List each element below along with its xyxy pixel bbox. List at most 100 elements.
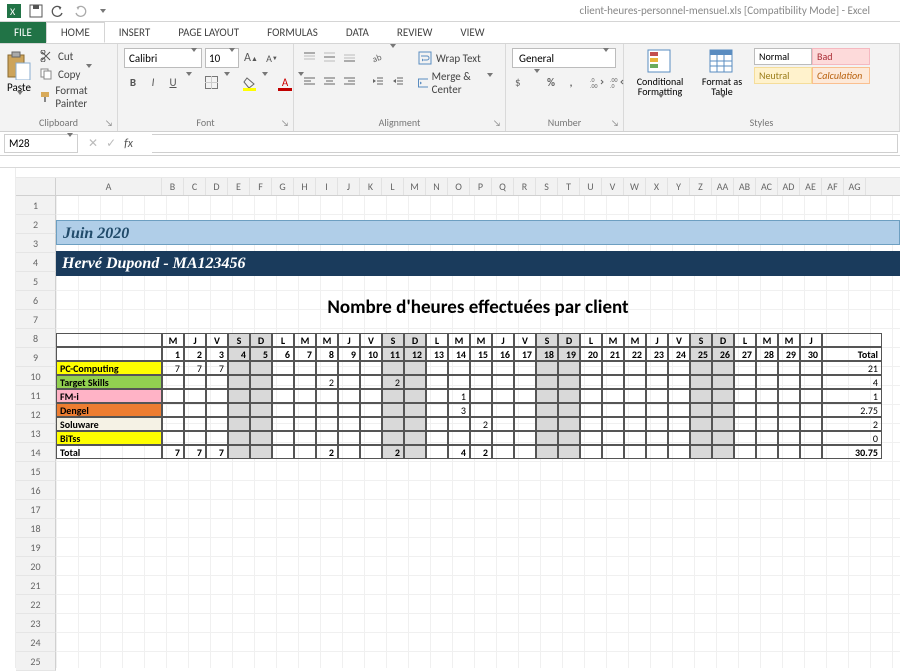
cell[interactable]	[734, 431, 756, 445]
cell[interactable]: J	[492, 333, 514, 347]
cell[interactable]: M	[756, 333, 778, 347]
cell[interactable]	[272, 431, 294, 445]
cell[interactable]	[162, 375, 184, 389]
column-header[interactable]: F	[250, 178, 272, 195]
cell[interactable]	[558, 417, 580, 431]
cell[interactable]	[360, 403, 382, 417]
cell[interactable]	[250, 417, 272, 431]
column-header[interactable]: M	[404, 178, 426, 195]
column-header[interactable]: AE	[800, 178, 822, 195]
cell[interactable]	[382, 431, 404, 445]
cell[interactable]	[338, 389, 360, 403]
cell[interactable]	[580, 445, 602, 459]
cell[interactable]	[580, 375, 602, 389]
column-header[interactable]: I	[316, 178, 338, 195]
row-header[interactable]: 2	[16, 215, 56, 234]
copy-button[interactable]: Copy	[38, 66, 111, 82]
cell[interactable]	[426, 403, 448, 417]
cell[interactable]	[690, 375, 712, 389]
cell[interactable]	[690, 417, 712, 431]
cell[interactable]	[316, 431, 338, 445]
cell[interactable]	[734, 445, 756, 459]
cancel-icon[interactable]: ✕	[88, 136, 98, 151]
cell[interactable]: Total	[822, 347, 882, 361]
cell[interactable]: 2	[184, 347, 206, 361]
align-left-button[interactable]	[300, 72, 318, 90]
cell[interactable]	[800, 361, 822, 375]
number-format-combo[interactable]: General	[512, 48, 616, 68]
cell[interactable]	[536, 389, 558, 403]
cell[interactable]	[294, 389, 316, 403]
cell[interactable]: BiTss	[56, 431, 162, 445]
cell[interactable]	[668, 361, 690, 375]
merge-dropdown-icon[interactable]	[485, 77, 493, 90]
column-header[interactable]: X	[646, 178, 668, 195]
font-color-button[interactable]: A	[276, 73, 294, 91]
cell[interactable]	[184, 417, 206, 431]
cell[interactable]	[228, 417, 250, 431]
cell[interactable]	[228, 445, 250, 459]
cell[interactable]	[448, 431, 470, 445]
cell[interactable]	[756, 445, 778, 459]
row-header[interactable]: 13	[16, 424, 56, 443]
cell[interactable]: 2	[382, 375, 404, 389]
cell[interactable]	[492, 445, 514, 459]
cell[interactable]	[426, 431, 448, 445]
column-header[interactable]: G	[272, 178, 294, 195]
cell[interactable]	[602, 375, 624, 389]
row-header[interactable]: 24	[16, 633, 56, 652]
cell[interactable]	[404, 445, 426, 459]
cell[interactable]	[228, 361, 250, 375]
cell[interactable]	[250, 431, 272, 445]
cell[interactable]	[536, 431, 558, 445]
cell[interactable]	[624, 445, 646, 459]
cell[interactable]	[360, 375, 382, 389]
cell[interactable]: L	[734, 333, 756, 347]
column-header[interactable]: O	[448, 178, 470, 195]
column-header[interactable]: U	[580, 178, 602, 195]
cell[interactable]	[690, 389, 712, 403]
cell[interactable]	[492, 403, 514, 417]
cell[interactable]	[338, 445, 360, 459]
cell[interactable]	[448, 361, 470, 375]
cell[interactable]	[712, 431, 734, 445]
cell[interactable]	[756, 389, 778, 403]
cell[interactable]	[646, 445, 668, 459]
cell[interactable]	[228, 431, 250, 445]
paste-button[interactable]: Paste	[6, 48, 32, 110]
cell[interactable]	[426, 361, 448, 375]
cell[interactable]: S	[382, 333, 404, 347]
align-bottom-button[interactable]	[340, 48, 358, 66]
font-size-combo[interactable]: 10	[205, 48, 239, 68]
cell[interactable]: 2	[316, 375, 338, 389]
cell[interactable]: M	[470, 333, 492, 347]
column-header[interactable]: R	[514, 178, 536, 195]
merge-center-button[interactable]: Merge & Center	[412, 73, 499, 93]
cell[interactable]: PC-Computing	[56, 361, 162, 375]
cell[interactable]	[756, 431, 778, 445]
formula-input[interactable]	[152, 134, 898, 153]
align-center-button[interactable]	[320, 72, 338, 90]
cell[interactable]	[272, 361, 294, 375]
fx-icon[interactable]: fx	[124, 137, 133, 151]
cell[interactable]	[624, 375, 646, 389]
cell[interactable]: M	[162, 333, 184, 347]
cell[interactable]: 3	[206, 347, 228, 361]
cell[interactable]: J	[800, 333, 822, 347]
style-calc[interactable]: Calculation	[812, 67, 870, 84]
column-header[interactable]: B	[162, 178, 184, 195]
cell[interactable]	[470, 361, 492, 375]
row-header[interactable]: 1	[16, 196, 56, 215]
cell[interactable]	[294, 445, 316, 459]
cell[interactable]: 2	[822, 417, 882, 431]
tab-insert[interactable]: INSERT	[105, 22, 165, 43]
cell[interactable]	[360, 445, 382, 459]
cell[interactable]	[580, 389, 602, 403]
copy-dropdown-icon[interactable]	[84, 68, 92, 81]
cell[interactable]	[646, 431, 668, 445]
cell[interactable]	[382, 403, 404, 417]
cell[interactable]: Total	[56, 445, 162, 459]
cell[interactable]: 21	[822, 361, 882, 375]
font-dialog-launcher[interactable]: ↘	[279, 117, 291, 129]
fill-color-button[interactable]	[240, 73, 258, 91]
